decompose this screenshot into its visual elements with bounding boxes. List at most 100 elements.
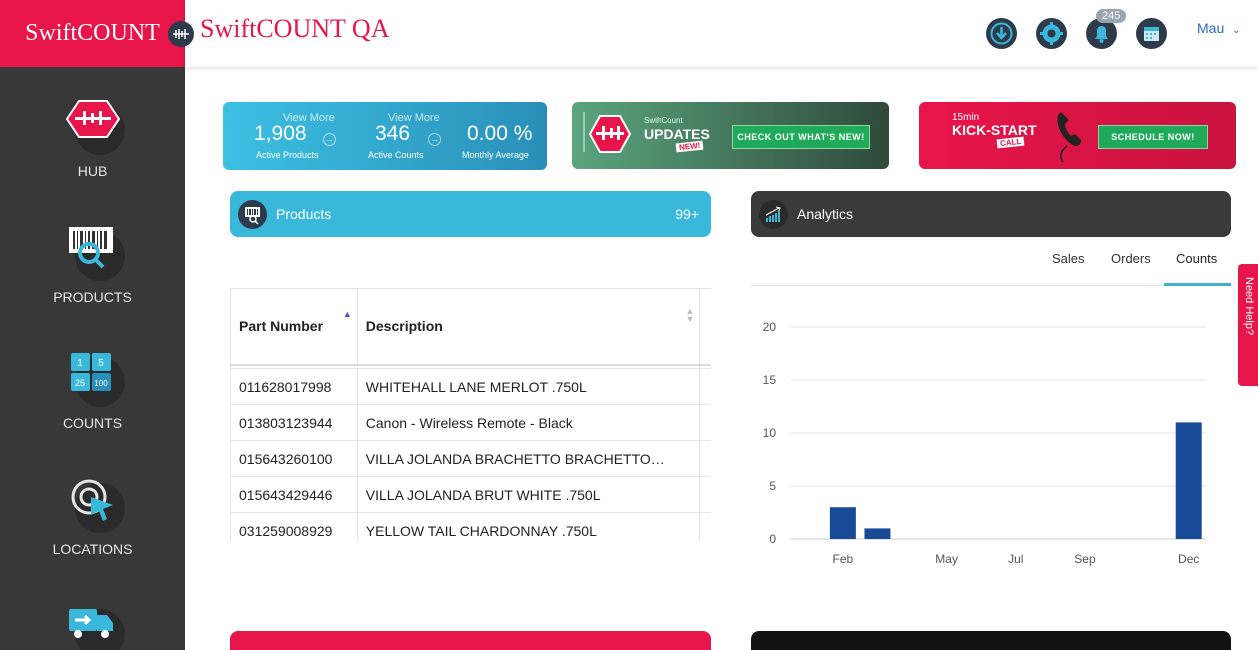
stat-value: 0.00 % xyxy=(467,122,533,145)
table-row[interactable]: 015643429446 VILLA JOLANDA BRUT WHITE .7… xyxy=(230,476,711,513)
updates-banner[interactable]: SwiftCount UPDATES NEW! CHECK OUT WHAT'S… xyxy=(572,102,889,169)
products-panel-header[interactable]: Products 99+ xyxy=(230,191,711,237)
panel-title: Analytics xyxy=(797,206,854,222)
column-header-label: Description xyxy=(365,317,443,334)
svg-text:100: 100 xyxy=(94,379,108,388)
brand-name: SwiftCOUNT xyxy=(25,20,160,46)
column-header-label: Part Number xyxy=(239,317,324,334)
cell-part-number: 015643260100 xyxy=(230,440,358,477)
sort-ascending-icon[interactable]: ▲ xyxy=(343,309,352,319)
table-row[interactable]: 011628017998 WHITEHALL LANE MERLOT .750L xyxy=(230,368,711,405)
settings-icon[interactable] xyxy=(1036,18,1067,49)
sidebar-item-label: LOCATIONS xyxy=(52,541,133,557)
y-tick-label: 20 xyxy=(763,320,777,334)
svg-text:1: 1 xyxy=(77,358,83,369)
sidebar-item-counts[interactable]: 1 5 25 100 COUNTS xyxy=(0,349,185,431)
updates-small-text: SwiftCount xyxy=(644,116,683,125)
cell-part-number: 013803123944 xyxy=(230,404,358,441)
x-tick-label: Sep xyxy=(1074,552,1096,566)
x-tick-label: Jul xyxy=(1008,552,1023,566)
cell-part-number: 011628017998 xyxy=(230,368,358,405)
stat-label: Active Products xyxy=(256,150,319,160)
table-row[interactable]: 031259008929 YELLOW TAIL CHARDONNAY .750… xyxy=(230,512,711,542)
cell-part-number: 015643429446 xyxy=(230,476,358,513)
download-icon[interactable] xyxy=(986,18,1017,49)
barcode-search-icon xyxy=(238,200,267,229)
arrow-right-icon[interactable]: → xyxy=(428,133,441,146)
hub-icon xyxy=(63,97,125,157)
sidebar-item-products[interactable]: PRODUCTS xyxy=(0,223,185,305)
phone-icon xyxy=(1057,112,1081,163)
cell-description: Canon - Wireless Remote - Black xyxy=(356,404,701,441)
chart-growth-icon xyxy=(759,200,788,229)
updates-tag: NEW! xyxy=(675,140,704,153)
tab-sales[interactable]: Sales xyxy=(1052,251,1085,266)
bar xyxy=(829,507,856,539)
user-name: Mau xyxy=(1197,20,1225,36)
bar xyxy=(864,528,891,539)
stat-value: 1,908 xyxy=(254,122,307,145)
tab-counts[interactable]: Counts xyxy=(1176,251,1217,266)
y-tick-label: 5 xyxy=(769,479,776,493)
cell-description: YELLOW TAIL CHARDONNAY .750L xyxy=(356,512,701,542)
sidebar: HUB PRODUCTS 1 5 25 100 COUNTS LOCATIONS xyxy=(0,67,185,650)
check-updates-button[interactable]: CHECK OUT WHAT'S NEW! xyxy=(732,125,870,149)
schedule-now-button[interactable]: SCHEDULE NOW! xyxy=(1098,125,1208,149)
kickstart-tag: CALL xyxy=(996,136,1025,149)
table-row[interactable]: 013803123944 Canon - Wireless Remote - B… xyxy=(230,404,711,441)
column-header-part-number[interactable]: Part Number ▲ xyxy=(230,288,358,366)
counts-bar-chart: 0 5 10 15 20 Feb May Jul Sep Dec xyxy=(763,320,1206,566)
stat-value: 346 xyxy=(375,122,411,145)
truck-icon xyxy=(63,601,125,650)
user-menu[interactable]: Mau ⌄ xyxy=(1197,20,1241,36)
notifications-panel-header[interactable] xyxy=(751,631,1231,650)
sidebar-item-shipping[interactable] xyxy=(0,601,185,650)
stat-label: Monthly Average xyxy=(462,150,529,160)
sidebar-item-label: PRODUCTS xyxy=(53,289,132,305)
barcode-search-icon xyxy=(63,223,125,283)
x-tick-label: May xyxy=(935,552,958,566)
sort-icon[interactable]: ▲ ▼ xyxy=(686,307,695,324)
y-tick-label: 0 xyxy=(769,532,776,546)
analytics-tabs: Sales Orders Counts xyxy=(751,243,1231,286)
panel-count: 99+ xyxy=(675,206,699,222)
chevron-down-icon: ⌄ xyxy=(1232,25,1241,36)
hub-icon xyxy=(583,112,632,153)
svg-text:5: 5 xyxy=(98,358,104,369)
sidebar-item-locations[interactable]: LOCATIONS xyxy=(0,475,185,557)
stats-banner: View More 1,908 → Active Products View M… xyxy=(223,102,547,170)
y-tick-label: 15 xyxy=(763,373,777,387)
calendar-icon[interactable] xyxy=(1136,18,1167,49)
stat-label: Active Counts xyxy=(368,150,424,160)
panel-title: Products xyxy=(276,206,332,222)
page-title: SwiftCOUNT QA xyxy=(200,14,390,43)
products-table: Part Number ▲ Description ▲ ▼ 01162801799… xyxy=(230,288,711,542)
kickstart-banner[interactable]: 15min KICK-START CALL SCHEDULE NOW! xyxy=(919,102,1236,169)
cell-part-number: 031259008929 xyxy=(230,512,358,542)
location-pointer-icon xyxy=(63,475,125,535)
need-help-label: Need Help? xyxy=(1243,277,1255,336)
counts-panel-header[interactable] xyxy=(230,631,711,650)
sidebar-item-hub[interactable]: HUB xyxy=(0,97,185,179)
sidebar-item-label: HUB xyxy=(77,163,108,179)
arrow-right-icon[interactable]: → xyxy=(323,133,336,146)
bar xyxy=(1175,422,1202,539)
need-help-tab[interactable]: Need Help? xyxy=(1238,264,1258,386)
analytics-panel-header[interactable]: Analytics xyxy=(751,191,1231,237)
kickstart-title: KICK-START xyxy=(952,122,1037,138)
column-header-partial xyxy=(699,288,711,366)
tab-orders[interactable]: Orders xyxy=(1111,251,1151,266)
brand-logo[interactable]: SwiftCOUNT xyxy=(0,0,185,67)
notification-badge: 245 xyxy=(1096,9,1127,23)
column-header-description[interactable]: Description ▲ ▼ xyxy=(356,288,701,366)
cell-description: VILLA JOLANDA BRUT WHITE .750L xyxy=(356,476,701,513)
app-logo-icon xyxy=(168,21,194,47)
updates-title: UPDATES xyxy=(644,126,710,142)
x-tick-label: Feb xyxy=(833,552,854,566)
x-tick-label: Dec xyxy=(1178,552,1199,566)
active-tab-indicator xyxy=(1164,283,1231,286)
y-tick-label: 10 xyxy=(763,426,777,440)
sidebar-item-label: COUNTS xyxy=(62,415,123,431)
cell-description: WHITEHALL LANE MERLOT .750L xyxy=(356,368,701,405)
table-row[interactable]: 015643260100 VILLA JOLANDA BRACHETTO BRA… xyxy=(230,440,711,477)
